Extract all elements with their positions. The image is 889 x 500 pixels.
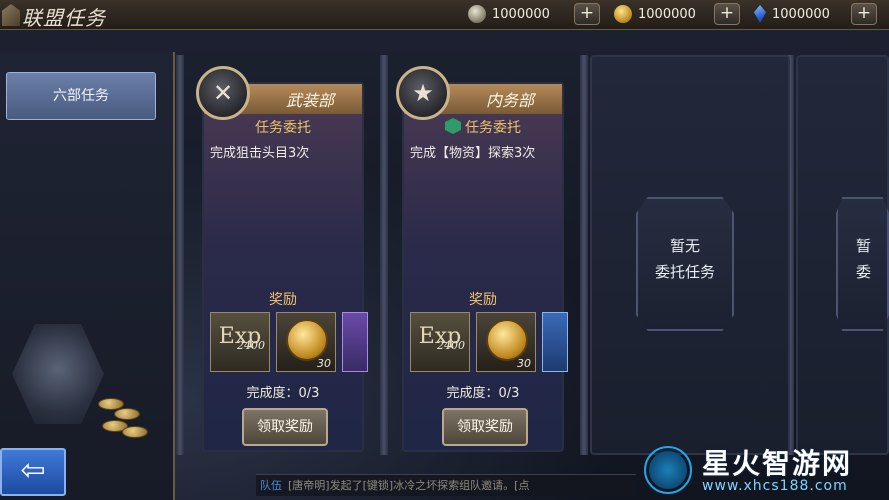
entrust-text: 任务委托: [465, 120, 521, 136]
entrust-icon: [445, 118, 461, 134]
reward-qty: 2400: [437, 339, 465, 352]
gold-coin-icon: [286, 319, 328, 361]
reward-items: Exp 2400 30: [410, 312, 570, 374]
gem-resource: 1000000: [754, 3, 830, 25]
empty-line-2: 委: [856, 263, 872, 281]
blue-gem-icon: [754, 5, 766, 23]
gold-resource: 1000000: [614, 3, 696, 25]
gem-amount: 1000000: [772, 6, 830, 22]
reward-qty: 30: [317, 357, 331, 370]
task-card-internal: 内务部 ★ 任务委托 完成【物资】探索3次 奖励 Exp 2400 30 完成度…: [396, 66, 568, 452]
department-name: 内务部: [485, 91, 534, 110]
claim-reward-button[interactable]: 领取奖励: [242, 408, 328, 446]
back-arrow-icon: ⇦: [20, 453, 46, 488]
exp-reward[interactable]: Exp 2400: [210, 312, 270, 372]
progress-text: 完成度：0/3: [446, 386, 520, 401]
watermark-url: www.xhcs188.com: [702, 478, 848, 494]
progress-text: 完成度：0/3: [246, 386, 320, 401]
crossed-rifles-icon: ✕: [196, 66, 250, 120]
gold-amount: 1000000: [638, 6, 696, 22]
entrust-label: 任务委托: [255, 120, 311, 136]
blue-item-icon[interactable]: [542, 312, 568, 372]
purple-item-icon[interactable]: [342, 312, 368, 372]
reward-items: Exp 2400 30: [210, 312, 370, 374]
empty-line-1: 暂: [856, 237, 872, 255]
watermark-logo-icon: [644, 446, 692, 494]
add-silver-button[interactable]: +: [574, 3, 600, 25]
page-title: 联盟任务: [22, 6, 106, 30]
watermark: 星火智游网 www.xhcs188.com: [640, 440, 889, 500]
left-panel: 六部任务: [0, 52, 175, 500]
add-gem-button[interactable]: +: [851, 3, 877, 25]
department-name: 武装部: [285, 91, 334, 110]
chat-ticker[interactable]: 队伍 [唐帝明]发起了[键锁]冰冷之坏探索组队邀请。[点: [256, 474, 636, 496]
reward-qty: 30: [517, 357, 531, 370]
divider: [176, 55, 184, 455]
chat-message: [唐帝明]发起了[键锁]冰冷之坏探索组队邀请。[点: [288, 479, 530, 492]
task-description: 完成狙击头目3次: [210, 146, 310, 161]
reward-label: 奖励: [469, 292, 497, 308]
reward-qty: 2400: [237, 339, 265, 352]
exp-reward[interactable]: Exp 2400: [410, 312, 470, 372]
gold-coin-icon: [614, 5, 632, 23]
chat-channel-tag: 队伍: [260, 479, 282, 492]
coin-pile-icon: [96, 392, 150, 444]
reward-label: 奖励: [269, 292, 297, 308]
gold-coin-icon: [486, 319, 528, 361]
divider: [380, 55, 388, 455]
silver-resource: 1000000: [468, 3, 550, 25]
tab-six-departments[interactable]: 六部任务: [6, 72, 156, 120]
task-card-armory: 武装部 ✕ 任务委托 完成狙击头目3次 奖励 Exp 2400 30 完成度：0…: [196, 66, 368, 452]
alliance-crest-icon: [12, 324, 104, 424]
empty-task-placeholder: 暂 委: [836, 197, 889, 331]
silver-coin-icon: [468, 5, 486, 23]
empty-line-2: 委托任务: [654, 263, 715, 281]
star-wreath-icon: ★: [396, 66, 450, 120]
add-gold-button[interactable]: +: [714, 3, 740, 25]
back-button[interactable]: ⇦: [0, 448, 66, 496]
task-description: 完成【物资】探索3次: [410, 146, 536, 161]
coin-reward[interactable]: 30: [476, 312, 536, 372]
alliance-emblem-icon: [2, 4, 20, 26]
claim-reward-button[interactable]: 领取奖励: [442, 408, 528, 446]
silver-amount: 1000000: [492, 6, 550, 22]
top-bar: 联盟任务 1000000 + 1000000 + 1000000 +: [0, 0, 889, 30]
empty-task-placeholder: 暂无 委托任务: [636, 197, 734, 331]
watermark-title: 星火智游网: [702, 447, 853, 480]
empty-line-1: 暂无: [669, 237, 700, 255]
divider: [580, 55, 588, 455]
entrust-label: 任务委托: [404, 117, 562, 137]
coin-reward[interactable]: 30: [276, 312, 336, 372]
